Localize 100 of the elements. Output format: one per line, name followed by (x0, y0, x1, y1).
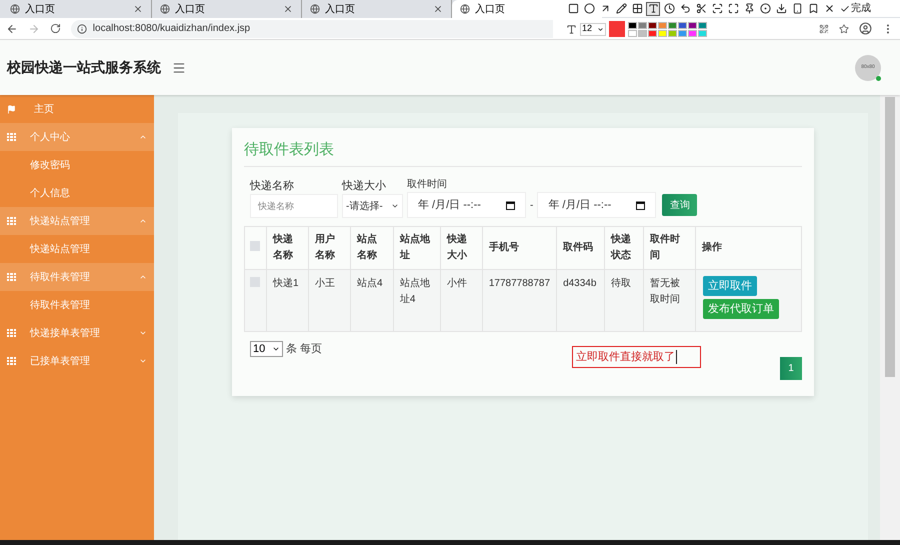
table-cell: 站点地址4 (393, 270, 440, 332)
scissors-icon[interactable] (694, 2, 708, 16)
palette-swatch[interactable] (678, 30, 687, 36)
download-icon[interactable] (774, 2, 788, 16)
filter-label: 快递名称 (250, 178, 295, 194)
record-icon[interactable] (758, 2, 772, 16)
qr-icon[interactable] (819, 24, 830, 34)
sidebar-item[interactable]: 个人中心 (0, 123, 154, 151)
calendar-icon (636, 200, 646, 210)
scan-icon[interactable] (710, 2, 724, 16)
grid-icon (7, 133, 16, 141)
palette-swatch[interactable] (648, 22, 657, 28)
globe-icon (10, 4, 20, 14)
sidebar-subitem[interactable]: 修改密码 (0, 151, 154, 179)
table-cell: d4334b (556, 270, 605, 332)
search-button[interactable]: 查询 (662, 194, 698, 216)
grid-icon (7, 329, 16, 337)
row-checkbox[interactable] (250, 277, 260, 287)
sidebar-subitem[interactable]: 快递站点管理 (0, 235, 154, 263)
palette-swatch[interactable] (628, 22, 637, 28)
font-size-select[interactable]: 12 (580, 22, 606, 36)
caret-down-icon (597, 26, 604, 32)
palette-swatch[interactable] (638, 22, 647, 28)
frame-icon[interactable] (726, 2, 740, 16)
page-size-suffix: 条 每页 (286, 342, 322, 357)
palette-swatch[interactable] (688, 22, 697, 28)
filter-label: 取件时间 (407, 178, 448, 192)
pickup-button[interactable]: 立即取件 (703, 276, 757, 296)
tab-title: 入口页 (325, 2, 355, 16)
table-cell: 待取 (604, 270, 644, 332)
done-button[interactable]: 完成 (840, 1, 871, 16)
tab-title: 入口页 (25, 2, 55, 16)
url-text: localhost:8080/kuaidizhan/index.jsp (92, 22, 250, 36)
profile-icon[interactable] (859, 22, 872, 35)
caret-down-icon (139, 357, 147, 365)
palette-swatch[interactable] (698, 30, 707, 36)
page-size-select[interactable]: 10 (250, 341, 283, 357)
mosaic-icon[interactable] (630, 2, 644, 16)
palette-swatch[interactable] (658, 22, 667, 28)
flag-icon (7, 104, 16, 114)
table-cell: 17787788787 (482, 270, 557, 332)
sidebar-item[interactable]: 快递接单表管理 (0, 319, 154, 347)
palette-swatch[interactable] (638, 30, 647, 36)
name-input-field[interactable]: 快递名称 (250, 194, 338, 218)
caret-up-icon (139, 273, 147, 281)
back-icon[interactable] (6, 22, 18, 34)
globe-icon (160, 4, 170, 14)
pencil-icon[interactable] (614, 2, 628, 16)
circle-icon[interactable] (582, 2, 596, 16)
sidebar-subitem[interactable]: 个人信息 (0, 179, 154, 207)
close-icon[interactable] (433, 4, 443, 14)
caret-up-icon (139, 133, 147, 141)
caret-up-icon (139, 217, 147, 225)
menu-icon[interactable] (172, 60, 186, 74)
palette-swatch[interactable] (678, 22, 687, 28)
current-color-swatch[interactable] (609, 21, 625, 37)
sidebar-item[interactable]: 待取件表管理 (0, 263, 154, 291)
sidebar-item[interactable]: 主页 (0, 95, 154, 123)
palette-swatch[interactable] (658, 30, 667, 36)
tab-title: 入口页 (175, 2, 205, 16)
annotation-note: 立即取件直接就取了 (572, 346, 702, 368)
text-icon[interactable] (646, 2, 660, 16)
reload-icon[interactable] (50, 23, 61, 34)
info-icon (76, 24, 87, 34)
filter-label: 快递大小 (342, 178, 387, 194)
close-icon[interactable] (283, 4, 293, 14)
table-cell: 小王 (308, 270, 350, 332)
palette-swatch[interactable] (668, 30, 677, 36)
sidebar-subitem[interactable]: 待取件表管理 (0, 291, 154, 319)
size-select[interactable]: -请选择- (342, 194, 403, 218)
palette-swatch[interactable] (628, 30, 637, 36)
check-icon (840, 4, 850, 14)
grid-icon (7, 273, 16, 281)
star-icon[interactable] (839, 24, 850, 34)
palette-swatch[interactable] (698, 22, 707, 28)
palette-swatch[interactable] (668, 22, 677, 28)
caret-down-icon (272, 345, 280, 353)
palette-swatch[interactable] (688, 30, 697, 36)
card-title: 待取件表列表 (244, 141, 334, 158)
grid-icon (7, 357, 16, 365)
date-to-field[interactable]: 年 /月/日 --:-- (537, 192, 656, 218)
palette-swatch[interactable] (648, 30, 657, 36)
range-separator: - (530, 198, 534, 212)
table-cell: 站点4 (350, 270, 394, 332)
date-from-field[interactable]: 年 /月/日 --:-- (407, 192, 526, 218)
table-cell: 快递1 (266, 270, 308, 332)
table-cell: 小件 (440, 270, 482, 332)
globe-icon (460, 4, 470, 14)
page-button[interactable]: 1 (780, 357, 802, 380)
close-icon[interactable] (133, 4, 143, 14)
clock-icon[interactable] (662, 2, 676, 16)
address-bar[interactable]: localhost:8080/kuaidizhan/index.jsp (70, 20, 553, 38)
caret-down-icon (139, 329, 147, 337)
rectangle-icon[interactable] (566, 2, 580, 16)
publish-order-button[interactable]: 发布代取订单 (703, 299, 779, 319)
sidebar-item[interactable]: 快递站点管理 (0, 207, 154, 235)
sidebar-item[interactable]: 已接单表管理 (0, 347, 154, 375)
select-all-checkbox[interactable] (250, 240, 260, 250)
caret-down-icon (391, 202, 399, 210)
text-icon (566, 24, 577, 34)
